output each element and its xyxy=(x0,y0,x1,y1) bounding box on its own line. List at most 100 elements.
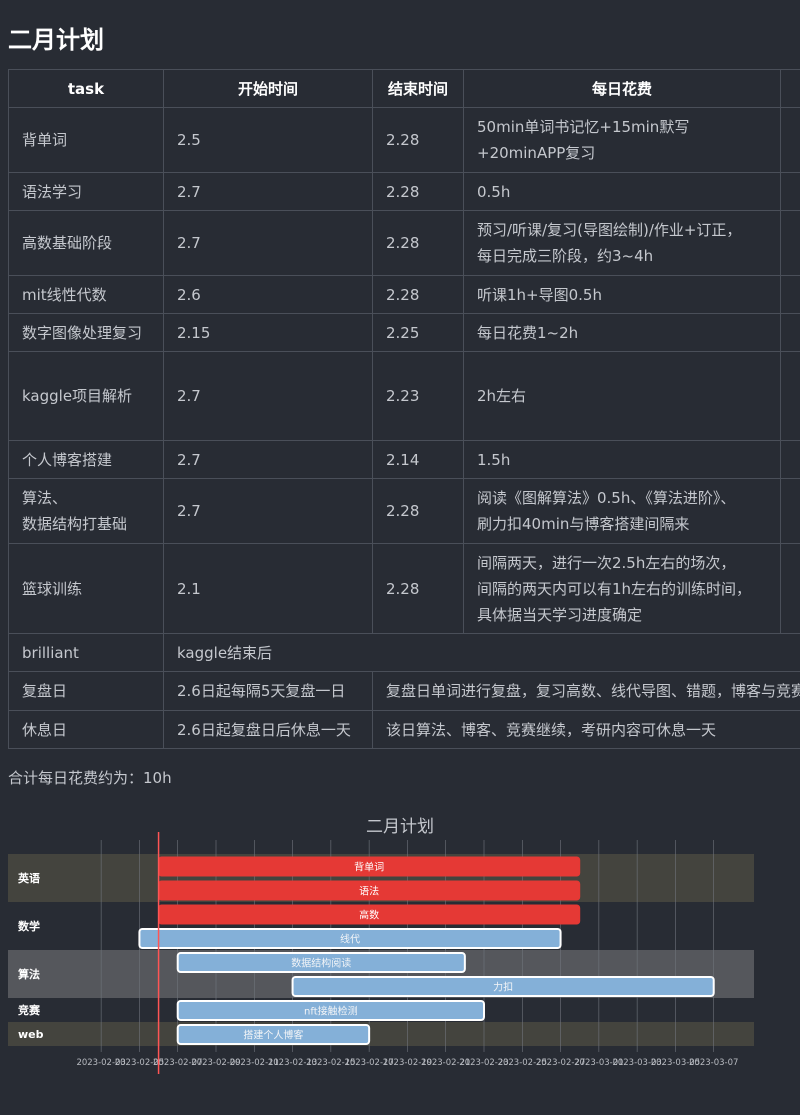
end-cell: 2.14 xyxy=(372,440,464,479)
start-cell: 2.7 xyxy=(163,478,373,544)
header-start: 开始时间 xyxy=(163,69,373,108)
extra-cell xyxy=(780,275,800,314)
start-cell: 2.6日起复盘日后休息一天 xyxy=(163,710,373,749)
task-cell: 算法、数据结构打基础 xyxy=(8,478,164,544)
task-label: 搭建个人博客 xyxy=(243,1029,303,1042)
cost-line: 每日完成三阶段，约3~4h xyxy=(477,247,654,265)
cost-line: 具体据当天学习进度确定 xyxy=(477,605,643,624)
extra-cell xyxy=(780,210,800,276)
start-cell: 2.7 xyxy=(163,172,373,211)
header-task: task xyxy=(8,69,164,108)
daily-total: 合计每日花费约为：10h xyxy=(8,769,172,787)
cost-line: 预习/听课/复习(导图绘制)/作业+订正， xyxy=(477,221,742,239)
start-cell: 2.1 xyxy=(163,543,373,634)
cost-cell: 50min单词书记忆+15min默写 +20minAPP复习 xyxy=(463,107,781,173)
task-line: 算法、 xyxy=(22,489,68,507)
task-cell: 篮球训练 xyxy=(8,543,164,634)
cost-cell: 听课1h+导图0.5h xyxy=(463,275,781,314)
extra-cell xyxy=(780,543,800,634)
page-title: 二月计划 xyxy=(8,26,104,54)
extra-cell xyxy=(780,107,800,173)
end-cell: 2.23 xyxy=(372,351,464,441)
task-label: 背单词 xyxy=(354,861,384,874)
header-extra xyxy=(780,69,800,108)
table-row: 休息日 2.6日起复盘日后休息一天 该日算法、博客、竞赛继续，考研内容可休息一天 xyxy=(8,710,800,749)
task-label: nft接触检测 xyxy=(304,1005,358,1018)
end-cell: 2.28 xyxy=(372,210,464,276)
table-row: kaggle项目解析 2.7 2.23 2h左右 xyxy=(8,351,800,441)
cost-line: 刷力扣40min与博客搭建间隔来 xyxy=(477,515,690,533)
table-row: 算法、数据结构打基础 2.7 2.28 阅读《图解算法》0.5h、《算法进阶》、… xyxy=(8,478,800,544)
start-cell: 2.5 xyxy=(163,107,373,173)
table-row: 背单词 2.5 2.28 50min单词书记忆+15min默写 +20minAPP… xyxy=(8,107,800,173)
end-cell: 2.28 xyxy=(372,275,464,314)
start-cell: 2.6日起每隔5天复盘一日 xyxy=(163,671,373,711)
header-end: 结束时间 xyxy=(372,69,464,108)
task-line: 数据结构打基础 xyxy=(22,515,128,533)
start-cell: 2.15 xyxy=(163,313,373,352)
end-cell: 2.28 xyxy=(372,107,464,173)
section-label: 英语 xyxy=(17,871,40,885)
extra-cell xyxy=(780,313,800,352)
end-cell: 2.28 xyxy=(372,478,464,544)
chart-title: 二月计划 xyxy=(366,817,434,837)
task-label: 高数 xyxy=(359,909,379,922)
table-row: brilliant kaggle结束后 xyxy=(8,633,800,672)
plan-table-wrapper: task 开始时间 结束时间 每日花费 背单词 2.5 2.28 50min单词… xyxy=(8,69,800,749)
table-row: 篮球训练 2.1 2.28 间隔两天，进行一次2.5h左右的场次， 间隔的两天内可… xyxy=(8,543,800,634)
task-label: 语法 xyxy=(359,885,379,898)
end-cell: 2.28 xyxy=(372,543,464,634)
task-cell: 背单词 xyxy=(8,107,164,173)
cost-line: 阅读《图解算法》0.5h、《算法进阶》、 xyxy=(477,489,736,507)
task-cell: 高数基础阶段 xyxy=(8,210,164,276)
end-cell: 2.28 xyxy=(372,172,464,211)
table-row: 数字图像处理复习 2.15 2.25 每日花费1~2h xyxy=(8,313,800,352)
span-cell: 该日算法、博客、竞赛继续，考研内容可休息一天 xyxy=(372,710,800,749)
start-cell: 2.7 xyxy=(163,440,373,479)
span-cell: 复盘日单词进行复盘，复习高数、线代导图、错题，博客与竞赛也进行复盘 xyxy=(372,671,800,711)
extra-cell xyxy=(780,478,800,544)
cost-line: 间隔的两天内可以有1h左右的训练时间， xyxy=(477,579,752,598)
extra-cell xyxy=(780,172,800,211)
cost-cell: 预习/听课/复习(导图绘制)/作业+订正， 每日完成三阶段，约3~4h xyxy=(463,210,781,276)
header-cost: 每日花费 xyxy=(463,69,781,108)
end-cell: 2.25 xyxy=(372,313,464,352)
task-cell: 复盘日 xyxy=(8,671,164,711)
cost-line: 间隔两天，进行一次2.5h左右的场次， xyxy=(477,553,736,572)
extra-cell xyxy=(780,351,800,441)
task-label: 力扣 xyxy=(493,981,513,994)
table-row: 高数基础阶段 2.7 2.28 预习/听课/复习(导图绘制)/作业+订正， 每日完… xyxy=(8,210,800,276)
x-tick-label: 2023-03-07 xyxy=(689,1058,738,1068)
cost-cell: 每日花费1~2h xyxy=(463,313,781,352)
task-cell: brilliant xyxy=(8,633,164,672)
section-label: 算法 xyxy=(17,967,40,981)
cost-line: 50min单词书记忆+15min默写 xyxy=(477,118,690,136)
cost-cell: 2h左右 xyxy=(463,351,781,441)
table-row: 复盘日 2.6日起每隔5天复盘一日 复盘日单词进行复盘，复习高数、线代导图、错题… xyxy=(8,671,800,711)
task-cell: 数字图像处理复习 xyxy=(8,313,164,352)
start-cell: 2.7 xyxy=(163,210,373,276)
cost-cell: 0.5h xyxy=(463,172,781,211)
section-label: web xyxy=(18,1028,44,1041)
table-row: 语法学习 2.7 2.28 0.5h xyxy=(8,172,800,211)
gantt-chart: 二月计划 英语 数学 算法 竞赛 web 2023-02-03 2023-02-05 2023… xyxy=(0,808,800,1113)
cost-cell: 阅读《图解算法》0.5h、《算法进阶》、 刷力扣40min与博客搭建间隔来 xyxy=(463,478,781,544)
task-cell: kaggle项目解析 xyxy=(8,351,164,441)
gantt-svg: 二月计划 英语数学算法竞赛web2023-02-032023-02-052023… xyxy=(8,817,754,1074)
table-row: 个人博客搭建 2.7 2.14 1.5h xyxy=(8,440,800,479)
extra-cell xyxy=(780,440,800,479)
cost-cell: 间隔两天，进行一次2.5h左右的场次， 间隔的两天内可以有1h左右的训练时间， 具体… xyxy=(463,543,781,634)
section-band xyxy=(8,1022,754,1046)
task-cell: mit线性代数 xyxy=(8,275,164,314)
start-cell: 2.7 xyxy=(163,351,373,441)
task-label: 数据结构阅读 xyxy=(291,957,351,970)
table-header-row: task 开始时间 结束时间 每日花费 xyxy=(8,69,800,108)
task-cell: 语法学习 xyxy=(8,172,164,211)
task-cell: 个人博客搭建 xyxy=(8,440,164,479)
cost-cell: 1.5h xyxy=(463,440,781,479)
section-label: 竞赛 xyxy=(18,1003,41,1017)
task-label: 线代 xyxy=(340,933,360,946)
cost-line: +20minAPP复习 xyxy=(477,144,596,162)
task-cell: 休息日 xyxy=(8,710,164,749)
section-label: 数学 xyxy=(18,919,40,933)
